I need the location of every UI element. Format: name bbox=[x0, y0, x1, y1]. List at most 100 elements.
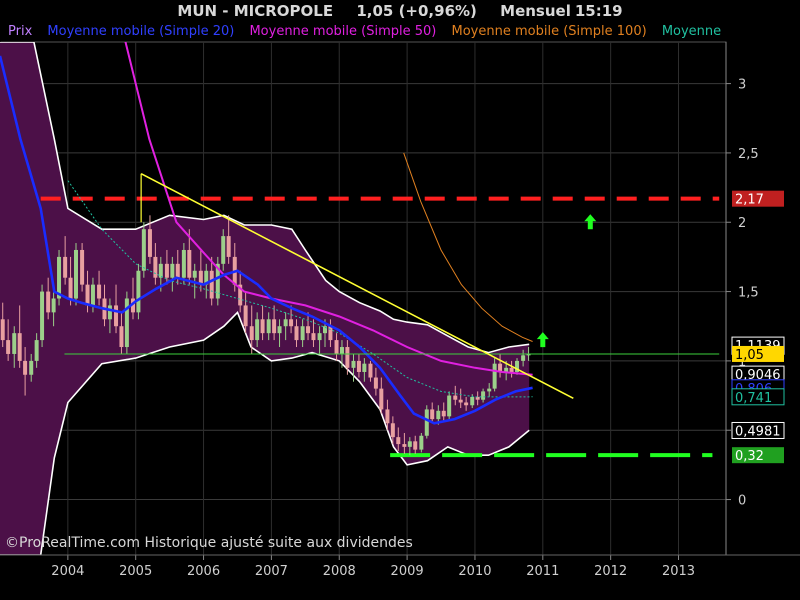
candle-body bbox=[73, 249, 78, 299]
candle-body bbox=[90, 284, 95, 306]
x-tick-label: 2005 bbox=[119, 564, 152, 579]
candle-body bbox=[63, 256, 68, 278]
x-tick-label: 2006 bbox=[187, 564, 220, 579]
candle-body bbox=[97, 284, 102, 299]
candle-body bbox=[0, 319, 5, 341]
candle-body bbox=[243, 305, 248, 327]
candle-body bbox=[266, 319, 271, 334]
x-tick-label: 2010 bbox=[458, 564, 491, 579]
candle-body bbox=[17, 333, 22, 361]
candle-body bbox=[362, 363, 367, 372]
price-label-text: 0,4981 bbox=[735, 424, 781, 439]
candle-body bbox=[447, 395, 452, 417]
candle-body bbox=[272, 319, 277, 334]
sma100-line bbox=[403, 152, 533, 342]
candle-body bbox=[351, 360, 356, 368]
candle-body bbox=[306, 326, 311, 334]
price-label-text: 0,32 bbox=[735, 449, 764, 464]
candle-body bbox=[289, 319, 294, 327]
candle-body bbox=[294, 326, 299, 341]
candle-body bbox=[209, 270, 214, 299]
candle-body bbox=[345, 347, 350, 368]
candle-body bbox=[147, 229, 152, 257]
price-label: 0,4981 bbox=[731, 421, 785, 439]
candle-body bbox=[221, 236, 226, 264]
candle-body bbox=[430, 409, 435, 420]
bollinger-band-fill bbox=[0, 42, 530, 555]
candle-body bbox=[23, 360, 28, 375]
candle-body bbox=[300, 326, 305, 341]
candle-body bbox=[170, 263, 175, 278]
candle-body bbox=[277, 326, 282, 334]
price-label-text: 1,05 bbox=[735, 348, 764, 363]
candle-body bbox=[29, 360, 34, 375]
price-label-text: 0,741 bbox=[735, 391, 772, 406]
x-tick-label: 2007 bbox=[255, 564, 288, 579]
candle-body bbox=[255, 319, 260, 341]
price-label: 2,17 bbox=[732, 190, 784, 208]
price-label: 0,32 bbox=[732, 447, 784, 464]
y-tick-label: 0 bbox=[738, 494, 746, 509]
candle-body bbox=[470, 396, 475, 406]
candle-body bbox=[481, 391, 486, 400]
x-tick-label: 2008 bbox=[323, 564, 356, 579]
candle-body bbox=[226, 236, 231, 257]
price-chart[interactable]: 00,511,522,53200420052006200720082009201… bbox=[0, 0, 800, 600]
candle-body bbox=[34, 340, 39, 361]
candle-body bbox=[492, 363, 497, 389]
candle-body bbox=[85, 284, 90, 306]
candle-body bbox=[317, 333, 322, 341]
candle-body bbox=[334, 340, 339, 354]
x-tick-label: 2013 bbox=[662, 564, 695, 579]
x-tick-label: 2011 bbox=[526, 564, 559, 579]
candle-body bbox=[260, 319, 265, 334]
candle-body bbox=[424, 409, 429, 436]
candle-body bbox=[6, 340, 11, 354]
candle-body bbox=[402, 444, 407, 447]
candle-body bbox=[136, 270, 141, 313]
x-tick-label: 2009 bbox=[391, 564, 424, 579]
price-label: 1,05 bbox=[732, 345, 784, 363]
chart-window: MUN - MICROPOLE 1,05 (+0,96%) Mensuel 15:… bbox=[0, 0, 800, 600]
candle-body bbox=[419, 435, 424, 450]
candle-body bbox=[407, 441, 412, 447]
candle-body bbox=[40, 291, 45, 341]
candle-body bbox=[413, 441, 418, 450]
candle-body bbox=[68, 277, 73, 299]
candle-body bbox=[323, 326, 328, 334]
copyright-footer: ©ProRealTime.com Historique ajusté suite… bbox=[5, 535, 413, 551]
y-tick-label: 1,5 bbox=[738, 286, 759, 301]
x-tick-label: 2012 bbox=[594, 564, 627, 579]
x-tick-label: 2004 bbox=[51, 564, 84, 579]
candle-body bbox=[181, 249, 186, 278]
candle-body bbox=[339, 347, 344, 354]
candle-body bbox=[487, 388, 492, 392]
candle-body bbox=[441, 410, 446, 417]
price-label-text: 2,17 bbox=[735, 193, 764, 208]
candle-body bbox=[46, 291, 51, 313]
y-tick-label: 2 bbox=[738, 216, 746, 231]
price-label: 0,741 bbox=[731, 388, 785, 406]
candle-body bbox=[249, 326, 254, 341]
candle-body bbox=[368, 363, 373, 378]
candle-body bbox=[396, 437, 401, 445]
candle-body bbox=[283, 319, 288, 327]
up-arrow-icon bbox=[536, 332, 549, 348]
candle-body bbox=[12, 333, 17, 354]
candle-body bbox=[311, 333, 316, 341]
candle-body bbox=[175, 263, 180, 278]
candle-body bbox=[356, 360, 361, 372]
candle-body bbox=[436, 410, 441, 420]
candle-body bbox=[119, 326, 124, 348]
candle-body bbox=[80, 249, 85, 285]
candle-body bbox=[158, 263, 163, 278]
candle-body bbox=[453, 395, 458, 400]
candle-body bbox=[458, 399, 463, 403]
y-tick-label: 2,5 bbox=[738, 147, 759, 162]
candle-body bbox=[187, 249, 192, 278]
candle-body bbox=[509, 367, 514, 372]
candle-body bbox=[192, 270, 197, 278]
candle-body bbox=[521, 355, 526, 361]
candle-body bbox=[153, 256, 158, 278]
candle-body bbox=[51, 298, 56, 313]
